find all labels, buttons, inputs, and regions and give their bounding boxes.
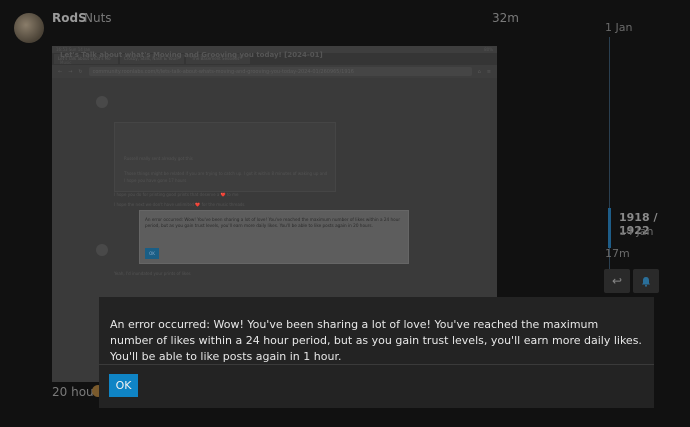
embedded-line: Russell really sent already got this (124, 156, 193, 161)
embedded-topic-category: Music (60, 60, 72, 65)
embedded-line: Yeah, I'd inundated your prints of likes (114, 271, 191, 276)
embedded-line: I hope you have gone 17 hours (124, 178, 187, 183)
embedded-status-battery: 80% (484, 47, 493, 52)
embedded-back-icon: ← (58, 68, 63, 75)
embedded-line: Those things might be related if you are… (124, 171, 328, 176)
timeline-start-date[interactable]: 1 Jan (605, 21, 632, 34)
embedded-home-icon: ⌂ (477, 68, 481, 75)
embedded-address-bar: ← → ↻ community.roonlabs.com/t/lets-talk… (52, 65, 497, 78)
post-nickname: Nuts (84, 11, 112, 25)
embedded-topic-title: Let's Talk about what's Moving and Groov… (60, 51, 323, 59)
embedded-avatar (96, 96, 108, 108)
embedded-forward-icon: → (68, 68, 73, 75)
bell-icon (642, 276, 650, 287)
timeline-handle[interactable] (608, 208, 611, 248)
embedded-dialog-text: An error occurred: Wow! You've been shar… (145, 217, 401, 228)
embedded-line: I hope you do for printing good prints t… (114, 192, 239, 197)
embedded-error-dialog: An error occurred: Wow! You've been shar… (139, 210, 409, 264)
timeline-end-age[interactable]: 17m (605, 247, 630, 260)
post-username[interactable]: RodS (52, 11, 87, 25)
reply-icon: ↩ (611, 274, 623, 288)
error-dialog: An error occurred: Wow! You've been shar… (99, 297, 654, 408)
embedded-line: I hope the next we don't have unlimited … (114, 202, 245, 207)
embedded-menu-icon: ≡ (486, 68, 491, 75)
reply-button[interactable]: ↩ (604, 269, 630, 293)
embedded-dialog-ok: OK (145, 248, 159, 259)
notifications-button[interactable] (633, 269, 659, 293)
user-avatar[interactable] (14, 13, 44, 43)
embedded-reload-icon: ↻ (78, 68, 83, 75)
embedded-url: community.roonlabs.com/t/lets-talk-about… (88, 67, 472, 76)
ok-button[interactable]: OK (109, 374, 138, 397)
dialog-divider (99, 364, 654, 365)
embedded-avatar (96, 244, 108, 256)
post-age[interactable]: 32m (492, 11, 519, 25)
timeline-position-date: 14 Jan (619, 225, 654, 238)
error-message: An error occurred: Wow! You've been shar… (110, 318, 642, 363)
